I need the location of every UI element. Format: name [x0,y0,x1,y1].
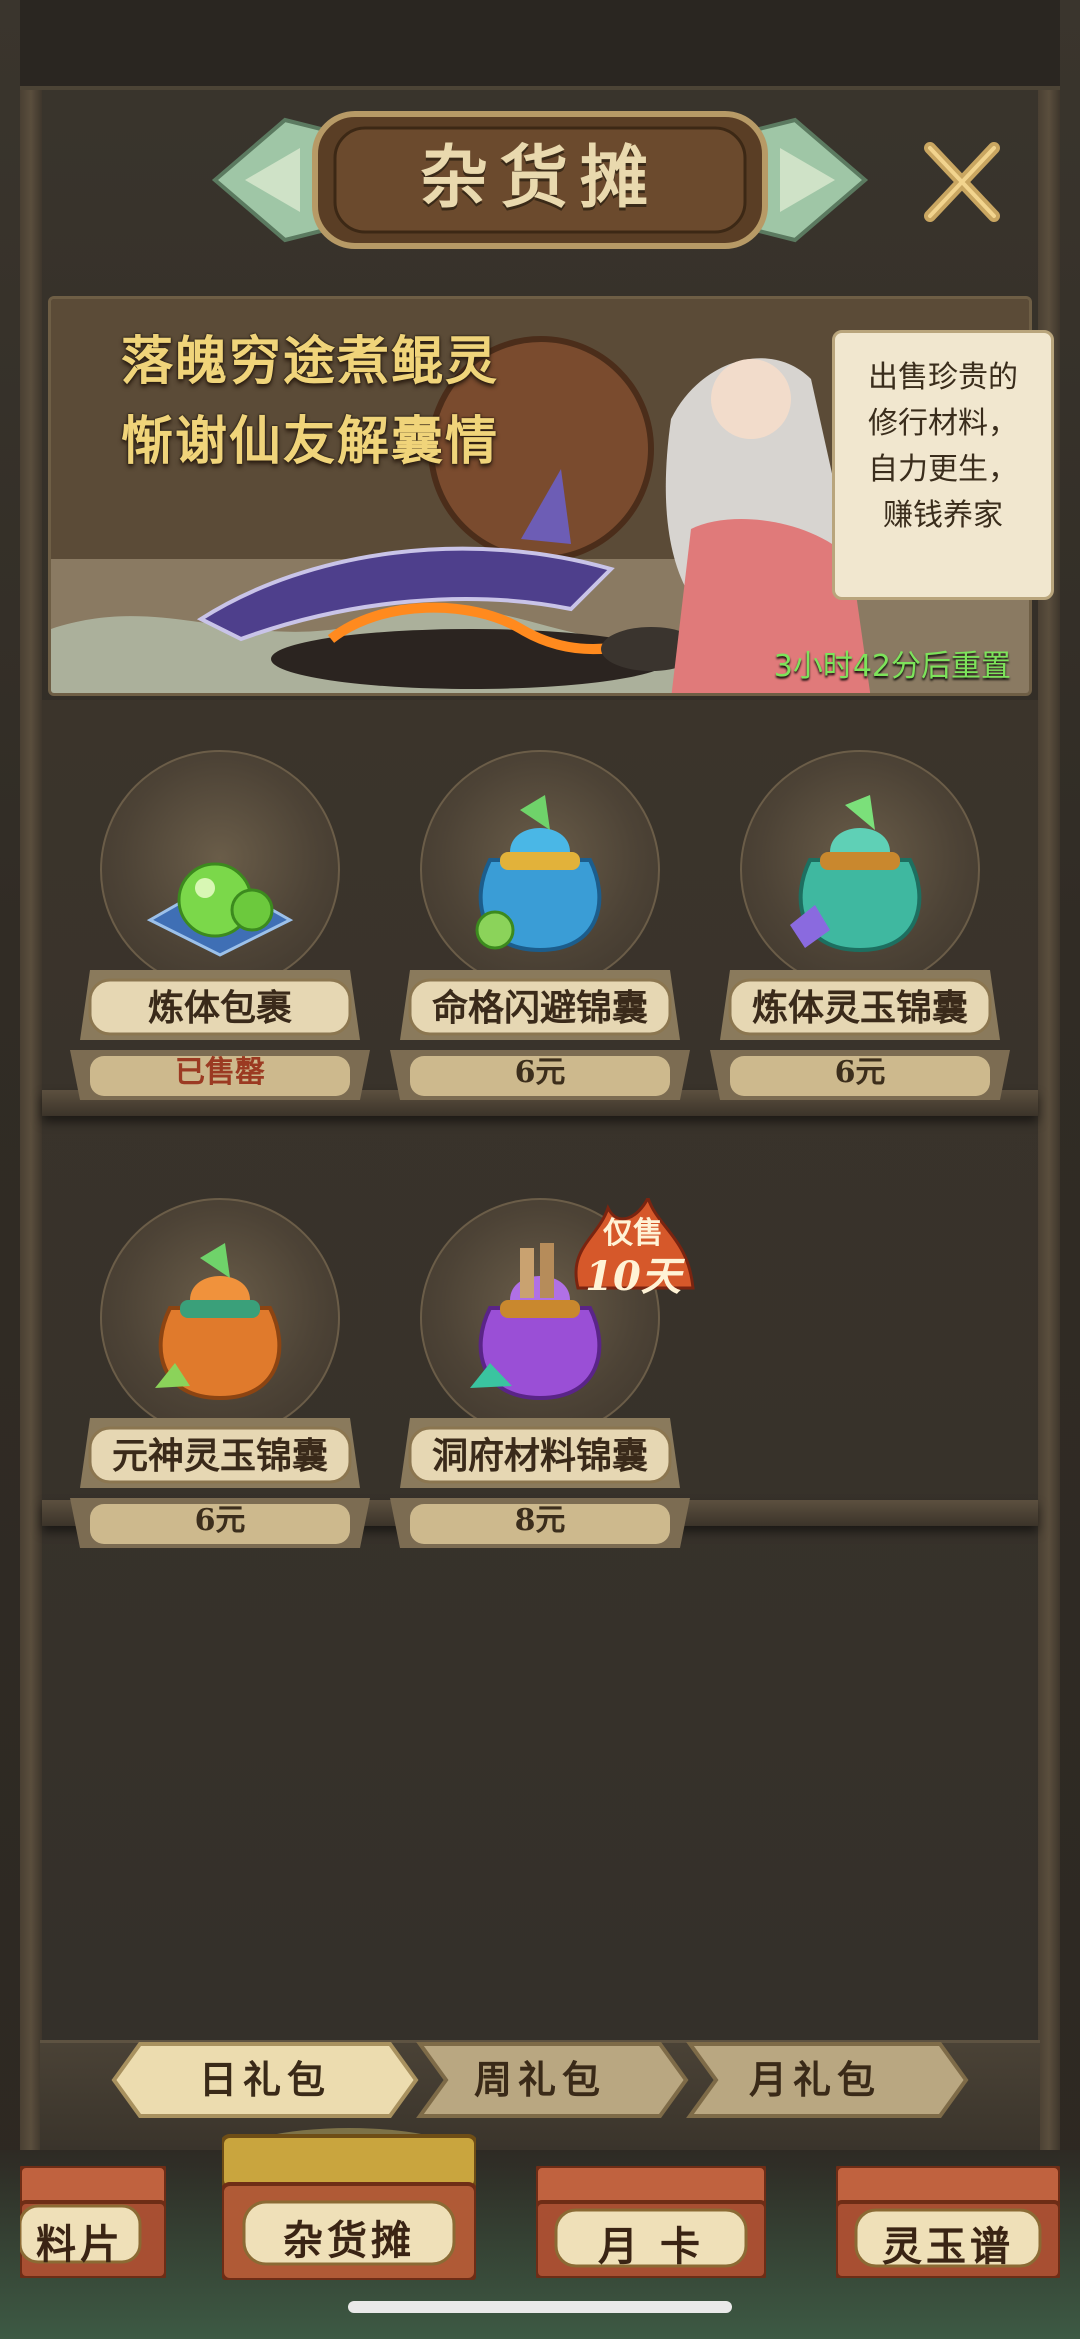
item-price: 6元 [194,1503,246,1538]
orange-pouch-icon [155,1243,282,1401]
limited-time-badge: 仅售 10天 [568,1198,698,1300]
nav-general-store[interactable]: 杂货摊 [222,2128,476,2280]
item-price: 8元 [514,1503,566,1538]
green-pearls-icon [146,862,294,957]
item-name: 炼体灵玉锦囊 [751,987,968,1029]
item-name: 元神灵玉锦囊 [111,1435,328,1477]
nav-label: 月 卡 [598,2223,704,2270]
tab-label: 月礼包 [748,2057,881,2102]
page-title: 杂货摊 [419,138,660,218]
item-price: 已售罄 [175,1055,265,1090]
banner-slogan-line1: 落魄穷途煮鲲灵 [121,331,500,392]
close-icon[interactable] [920,140,1004,224]
top-strip [20,0,1060,90]
teal-pouch-icon [790,795,922,953]
nav-label: 料片 [36,2221,124,2268]
nav-label: 杂货摊 [283,2217,415,2264]
item-name: 命格闪避锦囊 [431,987,648,1029]
tab-weekly[interactable]: 周礼包 [390,2040,690,2120]
tab-label: 周礼包 [473,2057,606,2102]
badge-line2: 10天 [585,1253,681,1300]
shop-item-lianti-jade-pouch[interactable]: 炼体灵玉锦囊 6元 [710,750,1010,1110]
item-price: 6元 [834,1055,886,1090]
tab-daily[interactable]: 日礼包 [110,2040,420,2120]
item-name: 洞府材料锦囊 [431,1435,648,1477]
speech-line: 赚钱养家 [883,498,1003,533]
tab-monthly[interactable]: 月礼包 [660,2040,970,2120]
speech-line: 出售珍贵的 [868,360,1018,395]
shop-item-fate-dodge-pouch[interactable]: 命格闪避锦囊 6元 [390,750,690,1110]
speech-line: 修行材料， [868,406,1018,441]
speech-line: 自力更生， [868,452,1018,487]
reset-timer: 3小时42分后重置 [773,649,1011,684]
tab-label: 日礼包 [198,2057,331,2102]
nav-monthly-card[interactable]: 月 卡 [536,2166,766,2278]
shop-item-lianti-package[interactable]: 炼体包裹 已售罄 [70,750,370,1110]
banner-slogan-line2: 惭谢仙友解囊情 [121,411,500,472]
nav-material-pieces[interactable]: 料片 [20,2166,166,2278]
shop-window: 杂货摊 落魄穷途煮鲲灵 惭谢仙友解囊情 3小时42分后重置 出售珍贵的 修行材料… [0,0,1080,2339]
item-price: 6元 [514,1055,566,1090]
nav-jade-catalog[interactable]: 灵玉谱 [836,2166,1060,2278]
left-rail [20,90,42,2250]
blue-pouch-icon [475,795,602,953]
home-indicator[interactable] [348,2301,732,2313]
item-name: 炼体包裹 [147,987,292,1029]
nav-label: 灵玉谱 [882,2223,1014,2270]
speech-bubble: 出售珍贵的 修行材料， 自力更生， 赚钱养家 [832,330,1054,600]
shop-item-yuanshen-jade-pouch[interactable]: 元神灵玉锦囊 6元 [70,1198,370,1558]
